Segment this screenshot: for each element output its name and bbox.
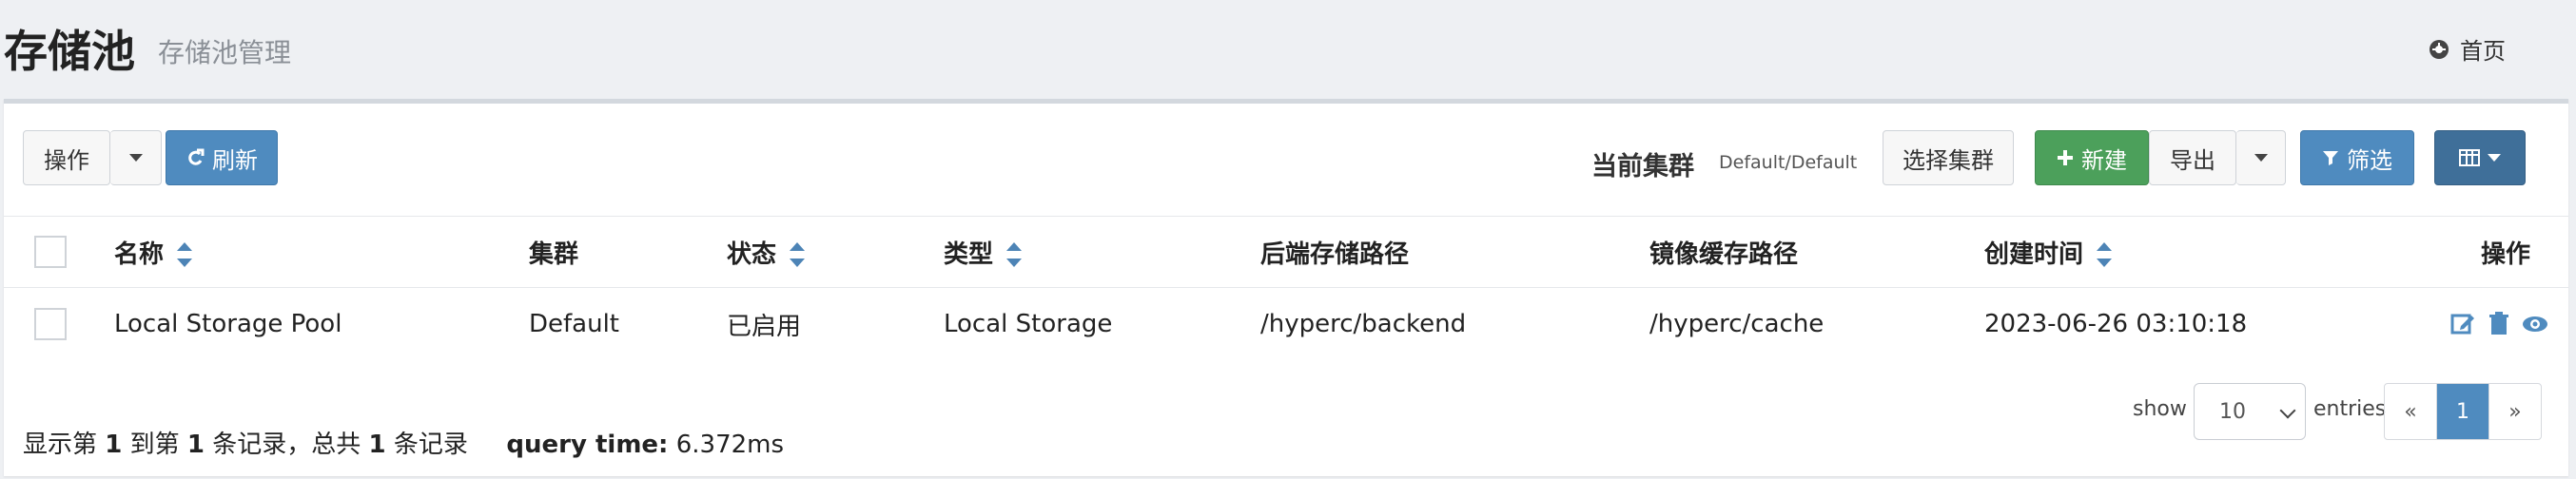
- page-size-select[interactable]: 10: [2194, 383, 2306, 440]
- pagination: « 1 »: [2384, 383, 2542, 440]
- row-backend-path: /hyperc/backend: [1260, 287, 1649, 360]
- entries-label: entries: [2313, 397, 2387, 421]
- export-label: 导出: [2170, 146, 2215, 174]
- row-created-and-actions: 2023-06-26 03:10:18: [1984, 287, 2568, 360]
- column-header-type[interactable]: 类型: [944, 216, 1260, 288]
- operate-button[interactable]: 操作: [23, 130, 110, 185]
- row-created-time: 2023-06-26 03:10:18: [1984, 310, 2248, 338]
- sort-icon[interactable]: [790, 242, 806, 267]
- choose-cluster-label: 选择集群: [1903, 146, 1994, 174]
- current-cluster-value: Default/Default: [1719, 152, 1858, 173]
- table-row: Local Storage Pool Default 已启用 Local Sto…: [4, 287, 2568, 360]
- home-label: 首页: [2460, 38, 2506, 65]
- pagination-summary: 显示第 1 到第 1 条记录，总共 1 条记录 query time: 6.37…: [23, 431, 785, 459]
- row-select-cell[interactable]: [4, 287, 114, 360]
- home-link[interactable]: 首页: [2428, 32, 2506, 66]
- chevron-down-icon: [2488, 154, 2501, 162]
- query-time-label: query time:: [506, 431, 669, 459]
- refresh-icon: [188, 148, 205, 165]
- filter-icon: [2323, 151, 2338, 165]
- chevron-down-icon: [2279, 402, 2296, 419]
- sort-icon[interactable]: [1006, 242, 1023, 267]
- select-all-checkbox[interactable]: [34, 236, 67, 268]
- column-header-cluster: 集群: [529, 216, 727, 288]
- dashboard-icon: [2430, 39, 2449, 59]
- plus-icon: [2058, 150, 2073, 165]
- row-checkbox[interactable]: [34, 308, 67, 340]
- chevron-down-icon: [2254, 154, 2268, 162]
- chevron-down-icon: [128, 154, 143, 162]
- page-size-value: 10: [2219, 399, 2246, 424]
- select-all-cell[interactable]: [4, 216, 114, 288]
- new-label: 新建: [2081, 146, 2127, 174]
- query-time-value: 6.372ms: [675, 431, 785, 459]
- column-header-name[interactable]: 名称: [114, 216, 529, 288]
- refresh-button[interactable]: 刷新: [166, 130, 278, 185]
- table-header-row: 名称 集群 状态 类型 后端存储路径 镜像缓存路径 创建时间 操作: [4, 216, 2568, 288]
- page-title: 存储池: [4, 26, 135, 77]
- operate-dropdown-button[interactable]: [110, 130, 162, 185]
- filter-button[interactable]: 筛选: [2300, 130, 2414, 185]
- sort-icon[interactable]: [177, 242, 193, 267]
- prev-page-button[interactable]: «: [2385, 384, 2436, 439]
- next-page-button[interactable]: »: [2488, 384, 2541, 439]
- row-type: Local Storage: [944, 287, 1260, 360]
- trash-icon[interactable]: [2485, 310, 2513, 338]
- choose-cluster-button[interactable]: 选择集群: [1883, 130, 2014, 185]
- storage-pool-table: 名称 集群 状态 类型 后端存储路径 镜像缓存路径 创建时间 操作 Local …: [4, 216, 2568, 360]
- page-subtitle: 存储池管理: [158, 37, 292, 68]
- columns-button[interactable]: [2434, 130, 2526, 185]
- eye-icon[interactable]: [2521, 310, 2549, 338]
- export-button[interactable]: 导出: [2149, 130, 2236, 185]
- column-header-created-time[interactable]: 创建时间 操作: [1984, 216, 2568, 288]
- row-name: Local Storage Pool: [114, 287, 529, 360]
- export-dropdown-button[interactable]: [2236, 130, 2286, 185]
- column-header-status[interactable]: 状态: [727, 216, 944, 288]
- page-header: 存储池 存储池管理 首页: [0, 0, 2576, 99]
- show-label: show: [2133, 397, 2187, 421]
- row-actions: [2449, 310, 2568, 338]
- edit-icon[interactable]: [2449, 310, 2477, 338]
- column-header-backend-path: 后端存储路径: [1260, 216, 1649, 288]
- operate-button-label: 操作: [44, 146, 89, 174]
- table-icon: [2459, 149, 2480, 166]
- storage-pool-panel: 操作 刷新 当前集群 Default/Default 选择集群 新建 导出 筛选: [4, 99, 2568, 476]
- refresh-label: 刷新: [212, 146, 258, 174]
- page-button-1[interactable]: 1: [2436, 384, 2488, 439]
- current-cluster-label: 当前集群: [1591, 152, 1694, 182]
- row-status: 已启用: [727, 287, 944, 360]
- new-button[interactable]: 新建: [2035, 130, 2149, 185]
- row-cache-path: /hyperc/cache: [1649, 287, 1984, 360]
- column-header-actions: 操作: [2480, 240, 2530, 269]
- row-cluster: Default: [529, 287, 727, 360]
- sort-icon[interactable]: [2097, 242, 2113, 267]
- column-header-cache-path: 镜像缓存路径: [1649, 216, 1984, 288]
- filter-label: 筛选: [2347, 146, 2392, 174]
